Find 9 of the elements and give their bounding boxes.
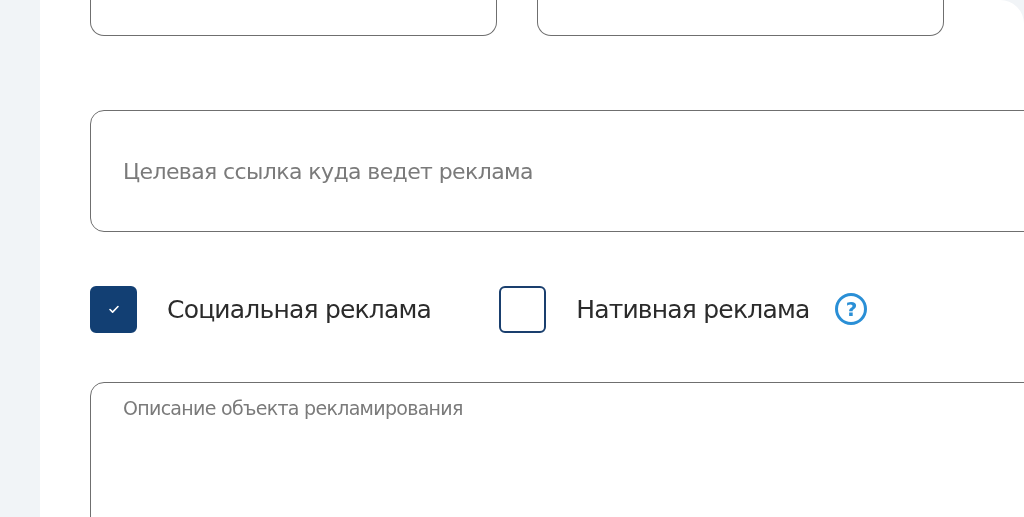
- help-icon[interactable]: ?: [835, 293, 868, 325]
- input-field[interactable]: [90, 0, 497, 36]
- input-field[interactable]: [537, 0, 944, 36]
- checkbox[interactable]: [90, 285, 137, 333]
- description-field[interactable]: Описание объекта рекламирования: [90, 382, 1024, 517]
- checkbox-label: Социальная реклама: [167, 294, 432, 324]
- checkbox-label: Нативная реклама: [576, 294, 810, 324]
- link-field[interactable]: Целевая ссылка куда ведет реклама: [90, 110, 1024, 232]
- checkbox[interactable]: [499, 285, 547, 333]
